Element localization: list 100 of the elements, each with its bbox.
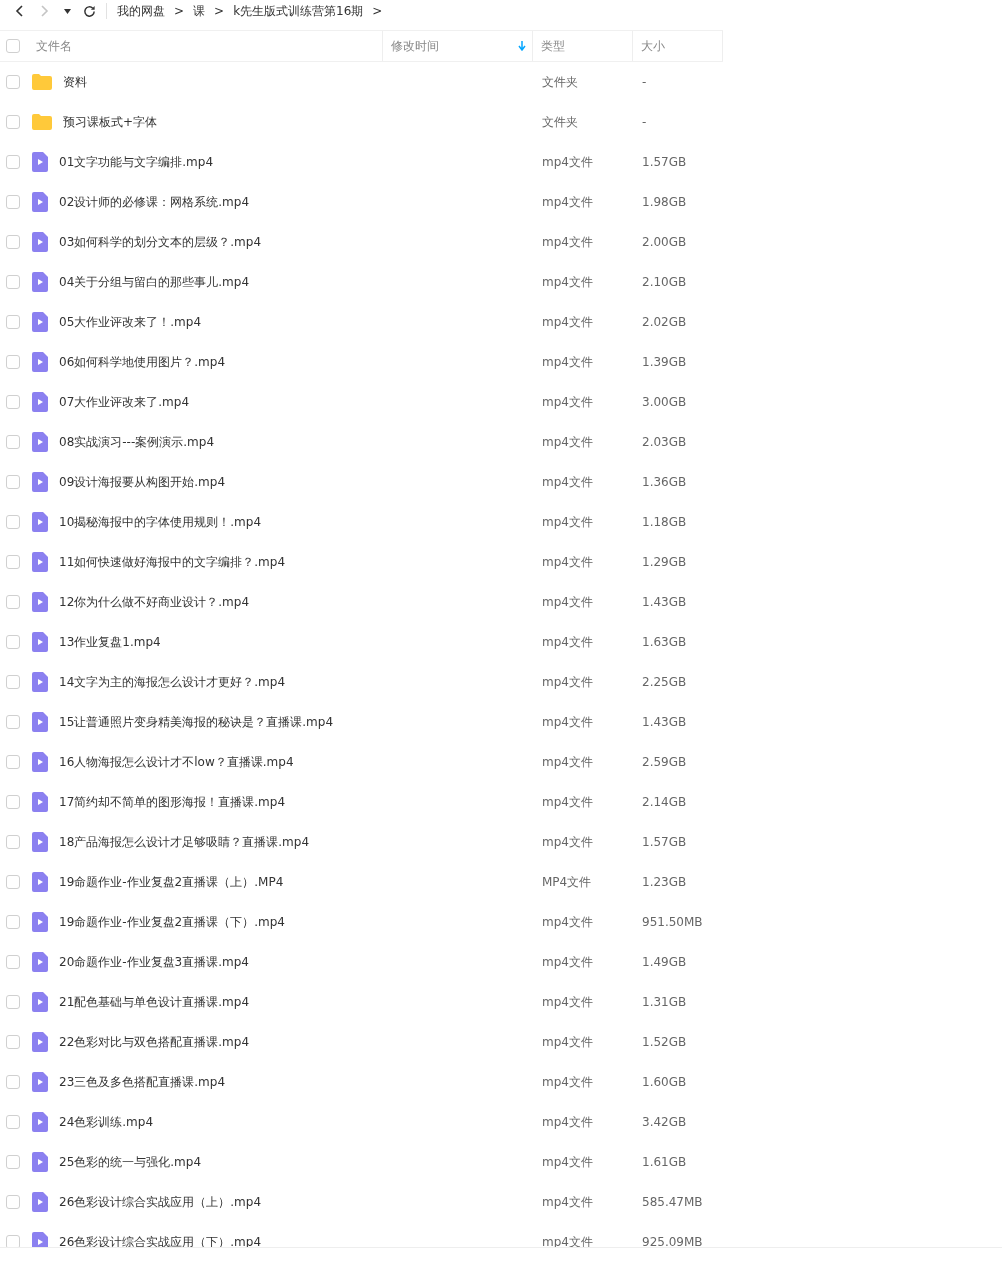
row-checkbox[interactable] <box>6 275 20 289</box>
file-size: 1.57GB <box>641 835 688 849</box>
file-name[interactable]: 17简约却不简单的图形海报！直播课.mp4 <box>59 793 286 811</box>
row-checkbox[interactable] <box>6 555 20 569</box>
row-checkbox[interactable] <box>6 315 20 329</box>
file-size: 1.61GB <box>641 1155 688 1169</box>
row-checkbox[interactable] <box>6 1155 20 1169</box>
file-type: mp4文件 <box>541 1153 594 1171</box>
row-checkbox[interactable] <box>6 955 20 969</box>
row-checkbox[interactable] <box>6 75 20 89</box>
column-header[interactable]: 类型 <box>541 37 565 55</box>
file-name[interactable]: 24色彩训练.mp4 <box>59 1113 154 1131</box>
row-checkbox[interactable] <box>6 595 20 609</box>
row-checkbox[interactable] <box>6 1115 20 1129</box>
file-name[interactable]: 18产品海报怎么设计才足够吸睛？直播课.mp4 <box>59 833 310 851</box>
column-header[interactable]: 文件名 <box>36 37 72 55</box>
row-checkbox[interactable] <box>6 995 20 1009</box>
row-checkbox[interactable] <box>6 915 20 929</box>
row-checkbox[interactable] <box>6 1035 20 1049</box>
file-name[interactable]: 20命题作业-作业复盘3直播课.mp4 <box>59 953 249 971</box>
file-name[interactable]: 09设计海报要从构图开始.mp4 <box>59 473 226 491</box>
row-checkbox[interactable] <box>6 515 20 529</box>
file-name[interactable]: 15让普通照片变身精美海报的秘诀是？直播课.mp4 <box>59 713 334 731</box>
file-name[interactable]: 10揭秘海报中的字体使用规则！.mp4 <box>59 513 262 531</box>
row-checkbox[interactable] <box>6 475 20 489</box>
breadcrumb-separator: > <box>372 4 383 18</box>
file-size: 1.63GB <box>641 635 688 649</box>
row-checkbox[interactable] <box>6 1075 20 1089</box>
file-size: 951.50MB <box>641 915 704 929</box>
row-checkbox[interactable] <box>6 1195 20 1209</box>
file-name[interactable]: 08实战演习---案例演示.mp4 <box>59 433 214 451</box>
column-header[interactable]: 修改时间 <box>391 37 439 55</box>
video-file-icon <box>32 152 48 172</box>
file-name[interactable]: 16人物海报怎么设计才不low？直播课.mp4 <box>59 753 294 771</box>
sort-arrow-icon[interactable] <box>518 41 526 51</box>
video-file-icon <box>32 832 48 852</box>
row-checkbox[interactable] <box>6 355 20 369</box>
video-file-icon <box>32 192 48 212</box>
file-size: 3.42GB <box>641 1115 688 1129</box>
file-name[interactable]: 23三色及多色搭配直播课.mp4 <box>59 1073 226 1091</box>
breadcrumb-link[interactable]: k先生版式训练营第16期 <box>233 2 364 20</box>
dropdown-caret-icon[interactable] <box>63 8 71 14</box>
row-checkbox[interactable] <box>6 395 20 409</box>
file-name[interactable]: 22色彩对比与双色搭配直播课.mp4 <box>59 1033 250 1051</box>
row-checkbox[interactable] <box>6 435 20 449</box>
row-checkbox[interactable] <box>6 235 20 249</box>
file-name[interactable]: 21配色基础与单色设计直播课.mp4 <box>59 993 250 1011</box>
file-name[interactable]: 04关于分组与留白的那些事儿.mp4 <box>59 273 250 291</box>
file-name[interactable]: 11如何快速做好海报中的文字编排？.mp4 <box>59 553 286 571</box>
file-type: mp4文件 <box>541 673 594 691</box>
file-name[interactable]: 预习课板式+字体 <box>63 113 158 131</box>
file-size: 2.02GB <box>641 315 688 329</box>
video-file-icon <box>32 632 48 652</box>
back-icon[interactable] <box>15 5 23 17</box>
file-name[interactable]: 02设计师的必修课：网格系统.mp4 <box>59 193 250 211</box>
file-type: mp4文件 <box>541 473 594 491</box>
file-type: mp4文件 <box>541 593 594 611</box>
file-size: 2.25GB <box>641 675 688 689</box>
file-name[interactable]: 资料 <box>63 73 87 91</box>
file-size: 1.57GB <box>641 155 688 169</box>
file-size: - <box>641 75 648 89</box>
row-checkbox[interactable] <box>6 635 20 649</box>
video-file-icon <box>32 952 48 972</box>
row-checkbox[interactable] <box>6 195 20 209</box>
row-checkbox[interactable] <box>6 155 20 169</box>
video-file-icon <box>32 1152 48 1172</box>
video-file-icon <box>32 1232 48 1247</box>
file-name[interactable]: 19命题作业-作业复盘2直播课（下）.mp4 <box>59 913 285 931</box>
file-name[interactable]: 14文字为主的海报怎么设计才更好？.mp4 <box>59 673 286 691</box>
file-size: 1.98GB <box>641 195 688 209</box>
row-checkbox[interactable] <box>6 675 20 689</box>
select-all-checkbox[interactable] <box>6 39 20 53</box>
file-name[interactable]: 26色彩设计综合实战应用（上）.mp4 <box>59 1193 262 1211</box>
row-checkbox[interactable] <box>6 1235 20 1247</box>
row-checkbox[interactable] <box>6 875 20 889</box>
row-checkbox[interactable] <box>6 755 20 769</box>
file-name[interactable]: 01文字功能与文字编排.mp4 <box>59 153 214 171</box>
file-name[interactable]: 06如何科学地使用图片？.mp4 <box>59 353 226 371</box>
file-size: 1.60GB <box>641 1075 688 1089</box>
breadcrumb-link[interactable]: 我的网盘 <box>117 2 165 20</box>
breadcrumb-link[interactable]: 课 <box>193 2 206 20</box>
row-checkbox[interactable] <box>6 715 20 729</box>
file-size: 585.47MB <box>641 1195 704 1209</box>
file-name[interactable]: 12你为什么做不好商业设计？.mp4 <box>59 593 250 611</box>
row-checkbox[interactable] <box>6 835 20 849</box>
file-name[interactable]: 03如何科学的划分文本的层级？.mp4 <box>59 233 262 251</box>
file-size: 2.59GB <box>641 755 688 769</box>
row-checkbox[interactable] <box>6 795 20 809</box>
row-checkbox[interactable] <box>6 115 20 129</box>
file-type: mp4文件 <box>541 1193 594 1211</box>
column-header[interactable]: 大小 <box>641 37 665 55</box>
file-name[interactable]: 19命题作业-作业复盘2直播课（上）.MP4 <box>59 873 284 891</box>
file-type: mp4文件 <box>541 433 594 451</box>
file-name[interactable]: 25色彩的统一与强化.mp4 <box>59 1153 202 1171</box>
video-file-icon <box>32 792 48 812</box>
file-name[interactable]: 07大作业评改来了.mp4 <box>59 393 190 411</box>
file-type: mp4文件 <box>541 313 594 331</box>
refresh-icon[interactable] <box>82 4 96 18</box>
file-name[interactable]: 13作业复盘1.mp4 <box>59 633 161 651</box>
file-name[interactable]: 05大作业评改来了！.mp4 <box>59 313 202 331</box>
